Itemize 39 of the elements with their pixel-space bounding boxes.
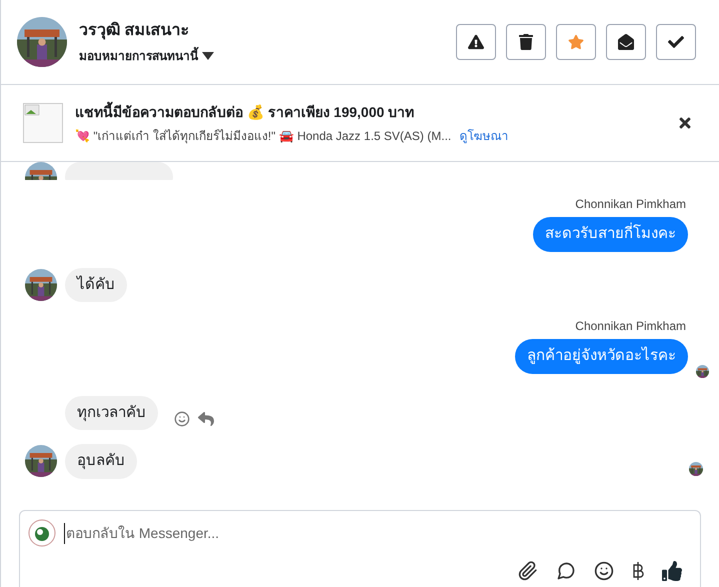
envelope-icon: [618, 34, 634, 50]
sender-avatar: [25, 268, 57, 301]
react-icon[interactable]: [174, 410, 190, 427]
sender-name: Chonnikan Pimkham: [575, 196, 686, 213]
warning-icon: [468, 34, 484, 50]
reply-box[interactable]: ตอบกลับใน Messenger...: [19, 510, 701, 587]
reply-icon[interactable]: [198, 410, 214, 427]
message-bubble: ได้คับ: [65, 268, 127, 302]
baht-icon[interactable]: [632, 561, 644, 581]
contact-name: วรวุฒิ สมเสนาะ: [79, 20, 190, 42]
assign-dropdown[interactable]: มอบหมายการสนทนานี้: [79, 47, 214, 65]
sender-avatar: [25, 445, 57, 478]
message-bubble: ทุกเวลาคับ: [65, 396, 158, 430]
reply-input[interactable]: ตอบกลับใน Messenger...: [64, 522, 692, 544]
toolbar-button[interactable]: [606, 24, 646, 60]
attach-icon[interactable]: [518, 561, 538, 581]
star-icon: [568, 34, 584, 50]
emoji-icon[interactable]: [594, 561, 614, 581]
seen-avatar: [696, 364, 709, 378]
check-icon: [668, 34, 684, 50]
toolbar-button[interactable]: [656, 24, 696, 60]
seen-avatar: [689, 462, 703, 476]
view-ad-link[interactable]: ดูโฆษณา: [459, 126, 508, 144]
close-icon[interactable]: [677, 115, 693, 131]
banner-subtitle: 💘 "เก่าแต่เก๋า ใส่ได้ทุกเกียร์ไม่มีงอแง!" 🚘 Honda Jazz 1.5 SV(AS) (M...: [75, 128, 452, 144]
message-bubble: อุบลคับ: [65, 444, 137, 478]
profile-avatar: [17, 17, 67, 67]
chat-bubble-icon[interactable]: [556, 561, 576, 581]
message-bubble: ลูกค้าอยู่จังหวัดอะไรคะ: [515, 339, 688, 374]
toolbar-button[interactable]: [506, 24, 546, 60]
caret-icon: [202, 52, 214, 60]
message-bubble: สะดวรับสายกี่โมงคะ: [533, 217, 688, 252]
like-icon[interactable]: [662, 561, 682, 581]
page-logo: [28, 519, 56, 547]
toolbar-button[interactable]: [456, 24, 496, 60]
trash-icon: [518, 34, 534, 50]
broken-image-icon: [23, 103, 63, 143]
sender-name: Chonnikan Pimkham: [575, 318, 686, 335]
banner-title: แชทนี้มีข้อความตอบกลับต่อ 💰 ราคาเพียง 199,000 บาท: [75, 102, 416, 122]
